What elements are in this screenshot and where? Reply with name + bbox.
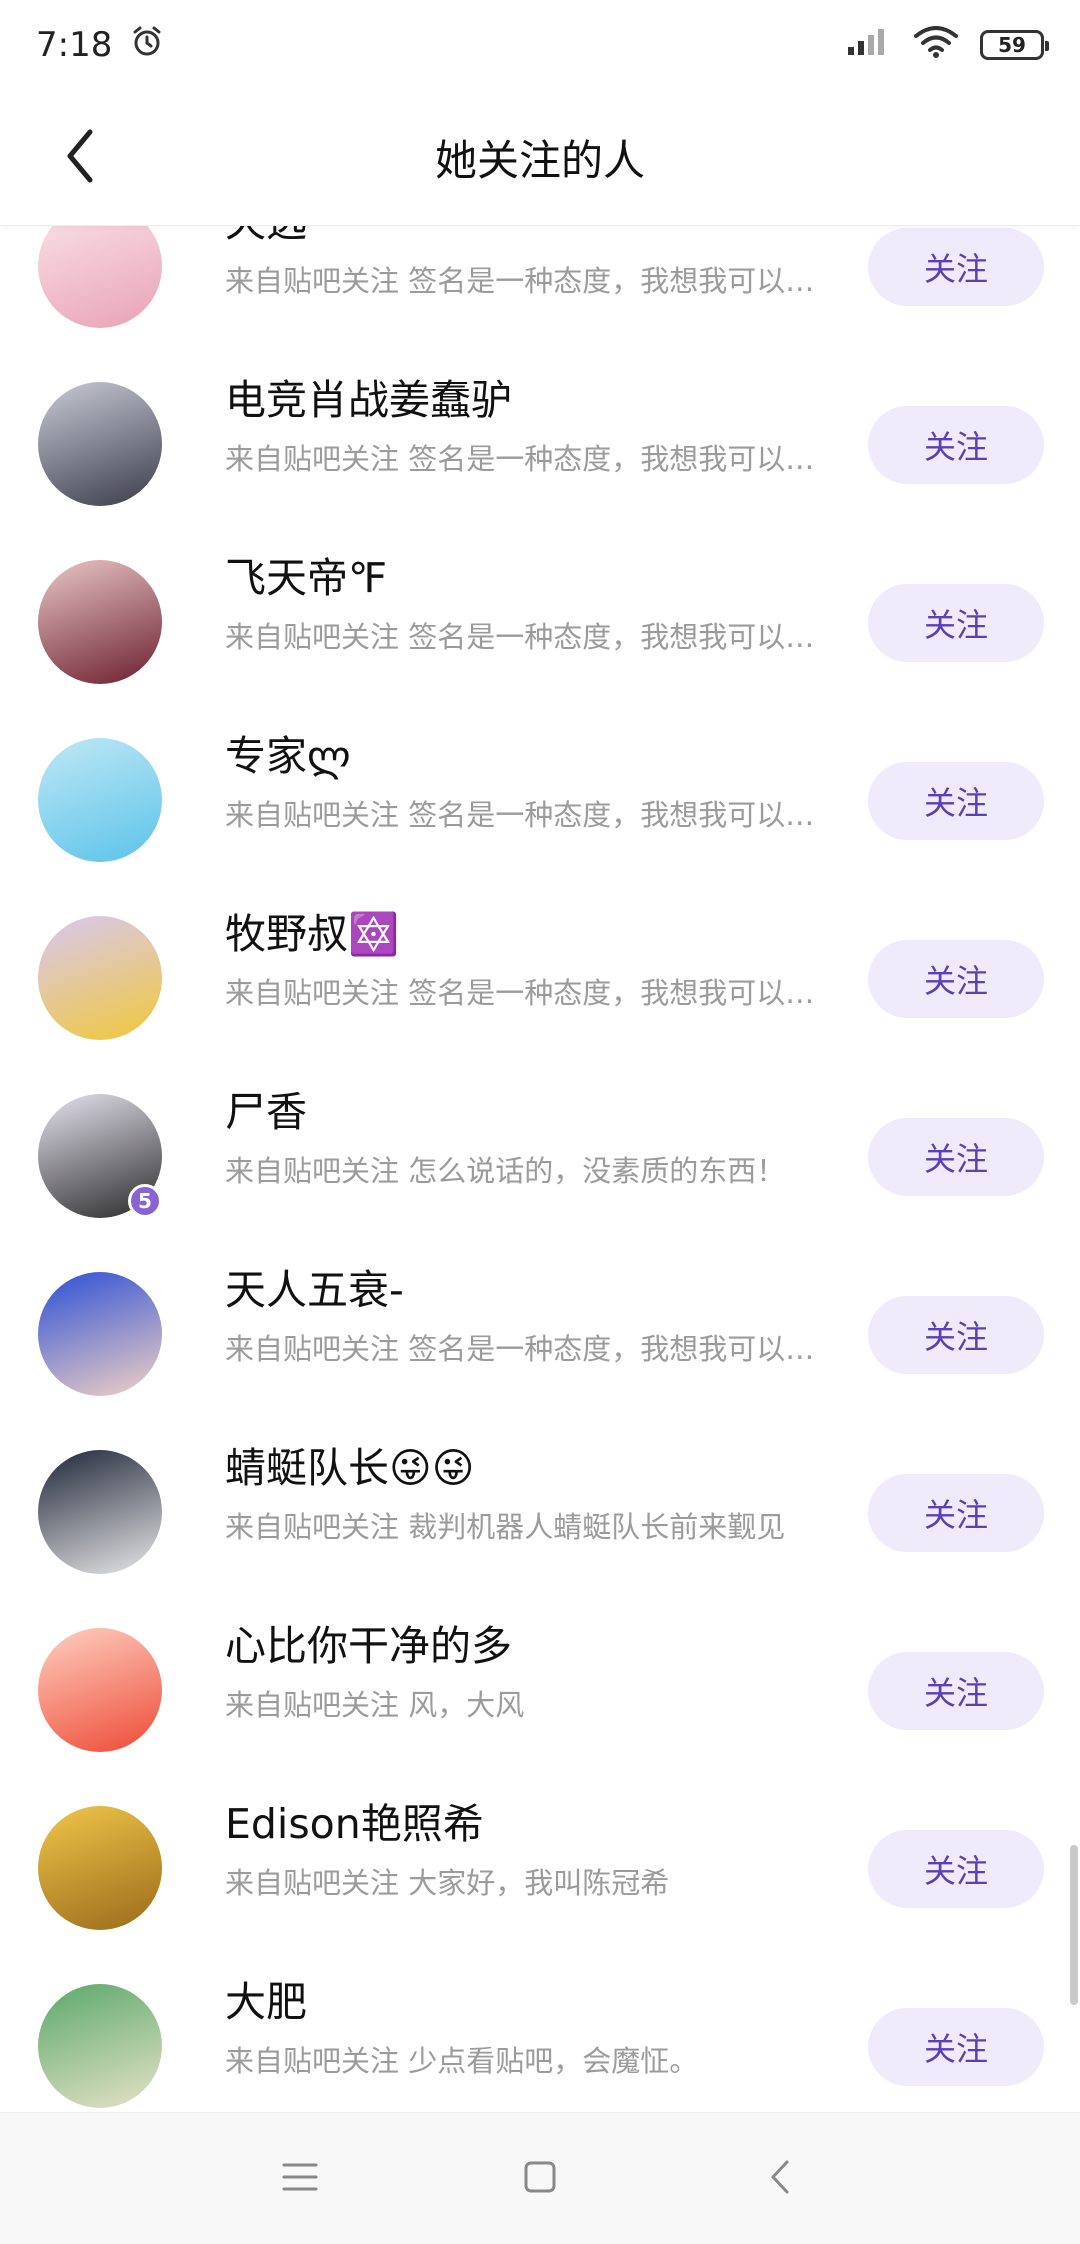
avatar[interactable] — [38, 1806, 162, 1930]
follow-button[interactable]: 关注 — [868, 584, 1044, 662]
status-left: 7:18 — [36, 24, 164, 67]
top-bar: 她关注的人 — [0, 90, 1080, 226]
user-name[interactable]: 天人五衰- — [225, 1256, 404, 1316]
user-name[interactable]: 尸香 — [225, 1078, 307, 1138]
battery-icon: 59 — [980, 30, 1049, 60]
user-desc: 来自贴吧关注 签名是一种态度，我想我可以… — [225, 976, 815, 1010]
list-item[interactable]: 天人五衰- 来自贴吧关注 签名是一种态度，我想我可以… 关注 — [0, 1246, 1080, 1424]
list-item[interactable]: 天选 来自贴吧关注 签名是一种态度，我想我可以… 关注 — [0, 218, 1080, 356]
follow-button[interactable]: 关注 — [868, 1652, 1044, 1730]
wifi-icon — [914, 24, 958, 67]
user-desc: 来自贴吧关注 裁判机器人蜻蜓队长前来觐见 — [225, 1510, 786, 1544]
follow-button[interactable]: 关注 — [868, 1830, 1044, 1908]
user-desc: 来自贴吧关注 大家好，我叫陈冠希 — [225, 1866, 670, 1900]
avatar[interactable] — [38, 1450, 162, 1574]
avatar[interactable] — [38, 1984, 162, 2108]
system-back-button[interactable] — [740, 2139, 820, 2219]
user-desc: 来自贴吧关注 少点看贴吧，会魔怔。 — [225, 2044, 699, 2078]
status-bar: 7:18 59 — [0, 0, 1080, 90]
avatar[interactable] — [38, 382, 162, 506]
list-item[interactable]: 大肥 来自贴吧关注 少点看贴吧，会魔怔。 关注 — [0, 1958, 1080, 2112]
user-desc: 来自贴吧关注 签名是一种态度，我想我可以… — [225, 1332, 815, 1366]
list-item[interactable]: Edison艳照希 来自贴吧关注 大家好，我叫陈冠希 关注 — [0, 1780, 1080, 1958]
user-name[interactable]: 牧野叔🔯 — [225, 900, 399, 960]
follow-button[interactable]: 关注 — [868, 1474, 1044, 1552]
follow-button[interactable]: 关注 — [868, 228, 1044, 306]
user-desc: 来自贴吧关注 签名是一种态度，我想我可以… — [225, 264, 815, 298]
user-desc: 来自贴吧关注 签名是一种态度，我想我可以… — [225, 442, 815, 476]
status-right: 59 — [848, 24, 1049, 67]
user-desc: 来自贴吧关注 风，大风 — [225, 1688, 525, 1722]
avatar[interactable] — [38, 560, 162, 684]
avatar[interactable] — [38, 1272, 162, 1396]
back-button[interactable] — [40, 118, 120, 198]
home-button[interactable] — [500, 2139, 580, 2219]
user-desc: 来自贴吧关注 签名是一种态度，我想我可以… — [225, 620, 815, 654]
status-time: 7:18 — [36, 25, 113, 65]
list-item[interactable]: 专家ლ 来自贴吧关注 签名是一种态度，我想我可以… 关注 — [0, 712, 1080, 890]
list-item[interactable]: 蜻蜓队长😜😜 来自贴吧关注 裁判机器人蜻蜓队长前来觐见 关注 — [0, 1424, 1080, 1602]
follow-button[interactable]: 关注 — [868, 406, 1044, 484]
follow-button[interactable]: 关注 — [868, 1118, 1044, 1196]
list-item[interactable]: 飞天帝℉ 来自贴吧关注 签名是一种态度，我想我可以… 关注 — [0, 534, 1080, 712]
user-name[interactable]: 专家ლ — [225, 722, 351, 782]
recents-button[interactable] — [260, 2139, 340, 2219]
follow-button[interactable]: 关注 — [868, 940, 1044, 1018]
battery-level: 59 — [998, 33, 1026, 57]
back-triangle-icon — [765, 2157, 795, 2201]
follow-button[interactable]: 关注 — [868, 1296, 1044, 1374]
follow-button[interactable]: 关注 — [868, 762, 1044, 840]
user-desc: 来自贴吧关注 签名是一种态度，我想我可以… — [225, 798, 815, 832]
user-name[interactable]: 大肥 — [225, 1968, 307, 2028]
home-square-icon — [522, 2159, 558, 2199]
user-name[interactable]: 飞天帝℉ — [225, 544, 387, 604]
system-nav-bar — [0, 2112, 1080, 2244]
avatar[interactable] — [38, 916, 162, 1040]
user-desc: 来自贴吧关注 怎么说话的，没素质的东西！ — [225, 1154, 786, 1188]
scrollbar[interactable] — [1070, 1845, 1078, 2005]
avatar[interactable] — [38, 1628, 162, 1752]
user-name[interactable]: 电竞肖战姜蠢驴 — [225, 366, 512, 426]
following-list[interactable]: 天选 来自贴吧关注 签名是一种态度，我想我可以… 关注 电竞肖战姜蠢驴 来自贴吧… — [0, 218, 1080, 2112]
list-item[interactable]: 牧野叔🔯 来自贴吧关注 签名是一种态度，我想我可以… 关注 — [0, 890, 1080, 1068]
signal-icon — [848, 25, 892, 66]
alarm-icon — [130, 24, 164, 67]
list-item[interactable]: 5 尸香 来自贴吧关注 怎么说话的，没素质的东西！ 关注 — [0, 1068, 1080, 1246]
user-name[interactable]: Edison艳照希 — [225, 1790, 484, 1850]
user-name[interactable]: 蜻蜓队长😜😜 — [225, 1434, 474, 1494]
menu-icon — [280, 2160, 320, 2198]
list-item[interactable]: 电竞肖战姜蠢驴 来自贴吧关注 签名是一种态度，我想我可以… 关注 — [0, 356, 1080, 534]
user-name[interactable]: 心比你干净的多 — [225, 1612, 512, 1672]
level-badge: 5 — [128, 1184, 162, 1218]
avatar[interactable] — [38, 738, 162, 862]
follow-button[interactable]: 关注 — [868, 2008, 1044, 2086]
page-title: 她关注的人 — [434, 136, 645, 185]
avatar[interactable] — [38, 218, 162, 328]
chevron-left-icon — [60, 126, 100, 190]
list-item[interactable]: 心比你干净的多 来自贴吧关注 风，大风 关注 — [0, 1602, 1080, 1780]
